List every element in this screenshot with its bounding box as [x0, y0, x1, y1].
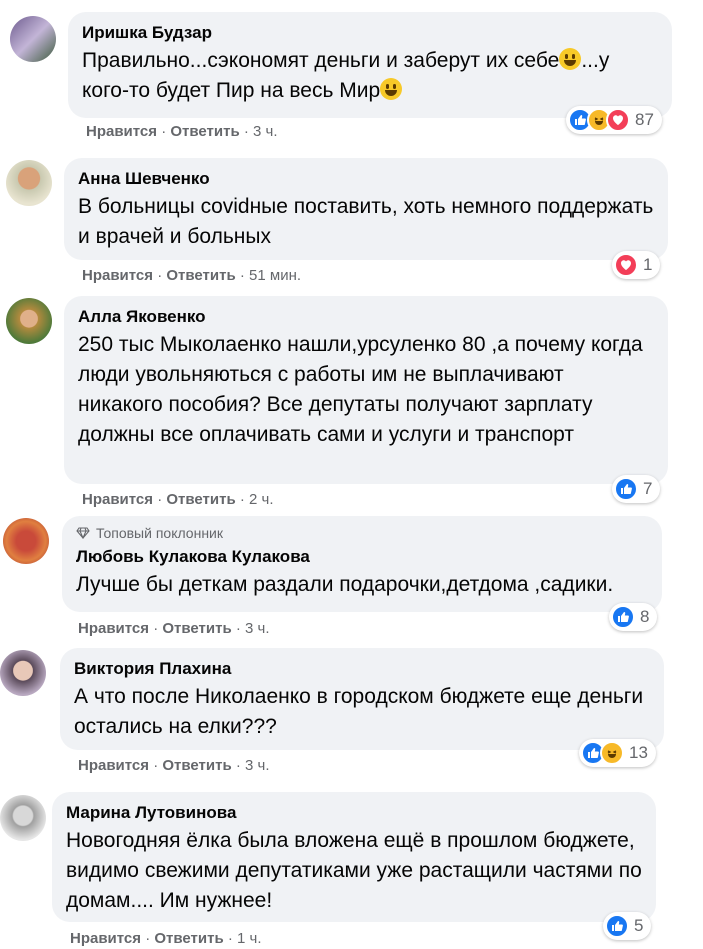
- reaction-count: 87: [635, 110, 654, 129]
- reaction-summary[interactable]: 8: [609, 603, 658, 631]
- comment-bubble: Топовый поклонник Любовь Кулакова Кулако…: [62, 516, 662, 612]
- comment-actions: Нравится · Ответить · 3 ч.: [78, 620, 270, 637]
- reply-link[interactable]: Ответить: [162, 757, 231, 774]
- like-link[interactable]: Нравится: [78, 757, 149, 774]
- comment-text: А что после Николаенко в городском бюдже…: [74, 685, 644, 738]
- comment-timestamp[interactable]: 51 мин.: [249, 267, 301, 284]
- haha-reaction-icon: [600, 741, 624, 765]
- comment-author[interactable]: Марина Лутовинова: [66, 802, 642, 824]
- comment-timestamp[interactable]: 1 ч.: [237, 930, 262, 947]
- avatar[interactable]: [3, 518, 49, 564]
- reaction-summary[interactable]: 13: [579, 739, 656, 767]
- love-reaction-icon: [606, 108, 630, 132]
- comment-text: Правильно...сэкономят деньги и заберут и…: [82, 48, 610, 102]
- comment-bubble: Анна Шевченко В больницы covidные постав…: [64, 158, 668, 260]
- grinning-emoji-icon: [380, 78, 403, 100]
- like-link[interactable]: Нравится: [82, 491, 153, 508]
- comment-author[interactable]: Виктория Плахина: [74, 658, 650, 680]
- diamond-icon: [76, 527, 90, 539]
- avatar[interactable]: [0, 795, 46, 841]
- comment-actions: Нравится · Ответить · 3 ч.: [86, 123, 278, 140]
- like-link[interactable]: Нравится: [82, 267, 153, 284]
- reply-link[interactable]: Ответить: [170, 123, 239, 140]
- comment-actions: Нравится · Ответить · 3 ч.: [78, 757, 270, 774]
- comment-timestamp[interactable]: 3 ч.: [245, 757, 270, 774]
- like-reaction-icon: [605, 914, 629, 938]
- top-fan-badge: Топовый поклонник: [76, 524, 648, 542]
- comment-timestamp[interactable]: 3 ч.: [245, 620, 270, 637]
- love-reaction-icon: [614, 253, 638, 277]
- reply-link[interactable]: Ответить: [166, 491, 235, 508]
- comment-author[interactable]: Алла Яковенко: [78, 306, 654, 328]
- grinning-emoji-icon: [559, 48, 582, 70]
- reaction-summary[interactable]: 87: [566, 106, 662, 134]
- comment-actions: Нравится · Ответить · 51 мин.: [82, 267, 302, 284]
- comment-author[interactable]: Любовь Кулакова Кулакова: [76, 546, 648, 568]
- comment-actions: Нравится · Ответить · 2 ч.: [82, 491, 274, 508]
- avatar[interactable]: [10, 16, 56, 62]
- comment-author[interactable]: Иришка Будзар: [82, 22, 658, 44]
- comment-timestamp[interactable]: 3 ч.: [253, 123, 278, 140]
- reply-link[interactable]: Ответить: [162, 620, 231, 637]
- comment-bubble: Алла Яковенко 250 тыс Мыколаенко нашли,у…: [64, 296, 668, 484]
- comment-author[interactable]: Анна Шевченко: [78, 168, 654, 190]
- reaction-count: 5: [634, 916, 644, 935]
- comment-text: Новогодняя ёлка была вложена ещё в прошл…: [66, 829, 642, 912]
- comment-bubble: Марина Лутовинова Новогодняя ёлка была в…: [52, 792, 656, 922]
- like-link[interactable]: Нравится: [70, 930, 141, 947]
- reply-link[interactable]: Ответить: [166, 267, 235, 284]
- comment-timestamp[interactable]: 2 ч.: [249, 491, 274, 508]
- reply-link[interactable]: Ответить: [154, 930, 223, 947]
- avatar[interactable]: [0, 650, 46, 696]
- badge-label: Топовый поклонник: [96, 525, 223, 541]
- reaction-summary[interactable]: 5: [603, 912, 652, 940]
- reaction-count: 13: [629, 743, 648, 762]
- comment-text: Лучше бы деткам раздали подарочки,детдом…: [76, 573, 614, 596]
- reaction-count: 1: [643, 255, 653, 274]
- avatar[interactable]: [6, 298, 52, 344]
- comment-text: 250 тыс Мыколаенко нашли,урсуленко 80 ,а…: [78, 333, 643, 446]
- comment-text: В больницы covidные поставить, хоть немн…: [78, 195, 654, 248]
- like-link[interactable]: Нравится: [78, 620, 149, 637]
- like-reaction-icon: [611, 605, 635, 629]
- comment-bubble: Иришка Будзар Правильно...сэкономят день…: [68, 12, 672, 118]
- like-link[interactable]: Нравится: [86, 123, 157, 140]
- reaction-count: 8: [640, 607, 650, 626]
- like-reaction-icon: [614, 477, 638, 501]
- reaction-count: 7: [643, 479, 653, 498]
- reaction-summary[interactable]: 7: [612, 475, 661, 503]
- comment-actions: Нравится · Ответить · 1 ч.: [70, 930, 262, 947]
- reaction-summary[interactable]: 1: [612, 251, 661, 279]
- comment-bubble: Виктория Плахина А что после Николаенко …: [60, 648, 664, 750]
- avatar[interactable]: [6, 160, 52, 206]
